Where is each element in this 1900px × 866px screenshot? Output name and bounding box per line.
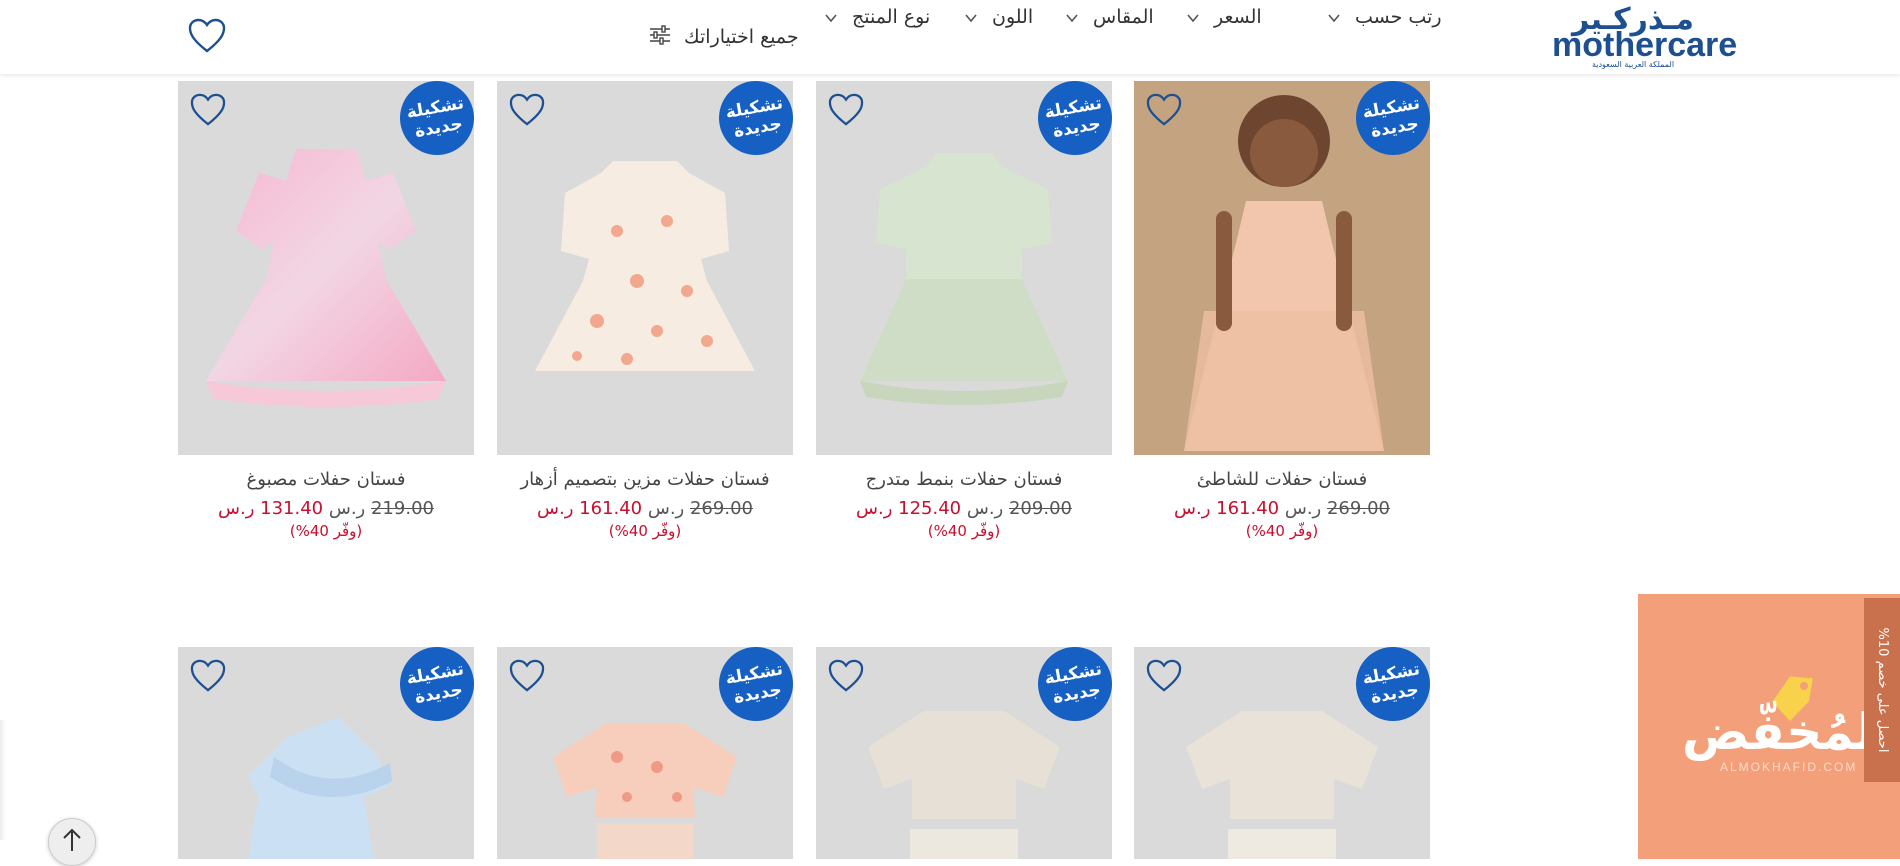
- original-price: 269.00: [1326, 498, 1390, 519]
- filter-label: نوع المنتج: [852, 6, 931, 28]
- discount-label: (وفّر 40%): [927, 522, 1001, 540]
- product-image[interactable]: تشكيلة جديدة: [497, 81, 793, 455]
- product-card[interactable]: تشكيلة جديدة: [1134, 647, 1430, 859]
- sale-price: 125.40: [898, 498, 962, 519]
- add-to-wishlist-heart-icon[interactable]: [509, 659, 545, 693]
- original-price: 209.00: [1008, 498, 1072, 519]
- product-card[interactable]: تشكيلة جديدة: [178, 647, 474, 859]
- price-line: 269.00 ر.س 161.40 ر.س: [1134, 497, 1430, 521]
- product-card[interactable]: تشكيلة جديدة فستان حفلات مزين بتصميم أزها…: [497, 81, 793, 541]
- add-to-wishlist-heart-icon[interactable]: [190, 659, 226, 693]
- discount-label: (وفّر 40%): [1245, 522, 1319, 540]
- product-image[interactable]: تشكيلة جديدة: [178, 81, 474, 455]
- chevron-down-icon: [824, 10, 838, 24]
- product-name[interactable]: فستان حفلات مصبوغ: [201, 467, 451, 493]
- original-price: 269.00: [689, 498, 753, 519]
- wishlist-heart-icon[interactable]: [188, 18, 226, 54]
- product-card[interactable]: تشكيلة جديدة: [497, 647, 793, 859]
- arrow-up-icon: [61, 827, 83, 857]
- product-card[interactable]: تشكيلة جديدة فستان حفلات للشاطئ 269.00 ر.…: [1134, 81, 1430, 541]
- filter-color[interactable]: اللون: [964, 0, 1033, 34]
- logo-english: mothercare: [1552, 26, 1738, 64]
- product-card[interactable]: تشكيلة جديدة فستان حفلات مصبوغ 219.00 ر.س…: [178, 81, 474, 541]
- product-image[interactable]: تشكيلة جديدة: [1134, 647, 1430, 859]
- discount-tab-label: احصل على خصم 10%: [1875, 627, 1890, 753]
- original-currency: ر.س: [966, 498, 1004, 519]
- sale-price: 131.40: [260, 498, 324, 519]
- sale-price: 161.40: [1216, 498, 1280, 519]
- product-image[interactable]: تشكيلة جديدة: [1134, 81, 1430, 455]
- add-to-wishlist-heart-icon[interactable]: [509, 93, 545, 127]
- almokhafid-promo-widget[interactable]: المُخفّض ALMOKHAFID.COM احصل على خصم 10%: [1638, 594, 1900, 859]
- all-filters-label: جميع اختياراتك: [684, 26, 799, 48]
- sliders-icon: [648, 25, 672, 49]
- original-price: 219.00: [370, 498, 434, 519]
- product-card[interactable]: تشكيلة جديدة: [816, 647, 1112, 859]
- product-image[interactable]: تشكيلة جديدة: [497, 647, 793, 859]
- original-currency: ر.س: [647, 498, 685, 519]
- chevron-down-icon: [964, 10, 978, 24]
- chevron-down-icon: [1186, 10, 1200, 24]
- product-image[interactable]: تشكيلة جديدة: [178, 647, 474, 859]
- sale-currency: ر.س: [218, 498, 255, 519]
- filter-size[interactable]: المقاس: [1065, 0, 1154, 34]
- sale-currency: ر.س: [856, 498, 893, 519]
- filter-label: المقاس: [1093, 6, 1154, 28]
- discount-label: (وفّر 40%): [608, 522, 682, 540]
- left-edge-shadow: [0, 720, 6, 840]
- product-name[interactable]: فستان حفلات بنمط متدرج: [839, 467, 1089, 493]
- filter-product-type[interactable]: نوع المنتج: [824, 0, 930, 34]
- add-to-wishlist-heart-icon[interactable]: [828, 93, 864, 127]
- add-to-wishlist-heart-icon[interactable]: [1146, 93, 1182, 127]
- filter-label: رتب حسب: [1355, 6, 1442, 28]
- product-image[interactable]: تشكيلة جديدة: [816, 647, 1112, 859]
- mothercare-logo[interactable]: مـذركـير mothercare المملكة العربية السع…: [1552, 4, 1738, 70]
- filter-label: اللون: [992, 6, 1034, 28]
- promo-domain: ALMOKHAFID.COM: [1720, 760, 1858, 774]
- original-currency: ر.س: [1284, 498, 1322, 519]
- original-currency: ر.س: [328, 498, 366, 519]
- sale-currency: ر.س: [537, 498, 574, 519]
- chevron-down-icon: [1327, 10, 1341, 24]
- discount-side-tab[interactable]: احصل على خصم 10%: [1864, 598, 1900, 782]
- promo-logo-text: المُخفّض: [1682, 703, 1892, 761]
- price-line: 209.00 ر.س 125.40 ر.س: [816, 497, 1112, 521]
- discount-label: (وفّر 40%): [289, 522, 363, 540]
- product-card[interactable]: تشكيلة جديدة فستان حفلات بنمط متدرج 209.0…: [816, 81, 1112, 541]
- add-to-wishlist-heart-icon[interactable]: [1146, 659, 1182, 693]
- product-image[interactable]: تشكيلة جديدة: [816, 81, 1112, 455]
- chevron-down-icon: [1065, 10, 1079, 24]
- product-name[interactable]: فستان حفلات للشاطئ: [1157, 467, 1407, 493]
- top-bar: جميع اختياراتك رتب حسب السعر المقاس اللو…: [0, 0, 1900, 74]
- sale-currency: ر.س: [1174, 498, 1211, 519]
- product-name[interactable]: فستان حفلات مزين بتصميم أزهار: [520, 467, 770, 493]
- add-to-wishlist-heart-icon[interactable]: [828, 659, 864, 693]
- price-line: 219.00 ر.س 131.40 ر.س: [178, 497, 474, 521]
- price-line: 269.00 ر.س 161.40 ر.س: [497, 497, 793, 521]
- filter-sort-by[interactable]: رتب حسب: [1327, 0, 1442, 34]
- all-filters-button[interactable]: جميع اختياراتك: [648, 20, 799, 54]
- filter-price[interactable]: السعر: [1186, 0, 1262, 34]
- filter-label: السعر: [1214, 6, 1262, 28]
- sale-price: 161.40: [579, 498, 643, 519]
- add-to-wishlist-heart-icon[interactable]: [190, 93, 226, 127]
